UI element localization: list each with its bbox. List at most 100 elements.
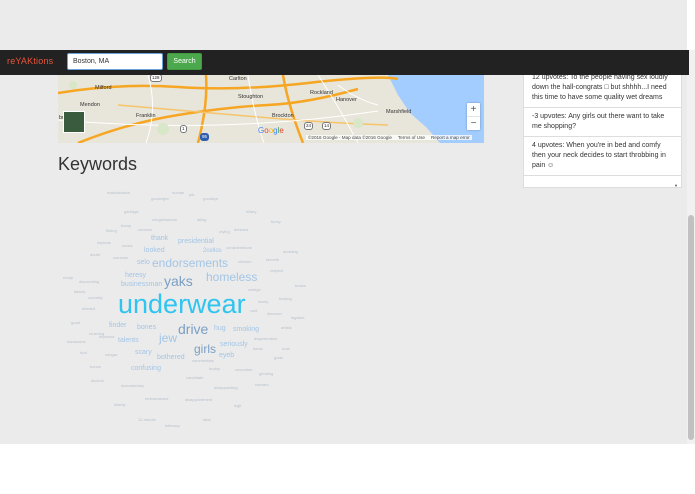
keyword-finder: finder xyxy=(109,322,127,329)
keyword-documentary: documentary xyxy=(121,383,145,388)
keyword-hillary: hillary xyxy=(246,209,257,214)
keyword-jew: jew xyxy=(159,331,178,345)
scrollbar-thumb[interactable] xyxy=(688,215,694,440)
keyword-dressed: dressed xyxy=(234,227,249,232)
map-attribution: ©2016 Google - Map data ©2016 Google Term… xyxy=(306,135,472,140)
keyword-confusing: confusing xyxy=(131,365,161,372)
location-search-input[interactable] xyxy=(67,53,163,70)
keyword-curiosity: curiosity xyxy=(88,295,103,300)
keyword-alcohol: alcohol xyxy=(91,378,104,383)
keyword-discover: discover xyxy=(267,311,282,316)
terms-of-use-link[interactable]: Terms of Use xyxy=(398,135,425,140)
keyword-looked: looked xyxy=(144,247,165,254)
map-label-carlton: Carlton xyxy=(229,76,247,82)
keywords-heading: Keywords xyxy=(58,154,138,174)
keyword-eyeb: eyeb xyxy=(219,352,235,359)
keyword-deleted: deleted xyxy=(82,306,96,311)
page-scrollbar[interactable] xyxy=(687,50,695,444)
keyword-doubt: doubt xyxy=(90,252,101,257)
keyword-embarrassed: embarrassed xyxy=(145,396,169,401)
keyword-respect: respect xyxy=(270,268,284,273)
map-label-milford: Milford xyxy=(95,85,112,91)
map-label-mendon: Mendon xyxy=(80,102,100,108)
map-view[interactable]: Milford Mendon Franklin Carlton Stoughto… xyxy=(58,75,484,143)
keyword-endorsements: endorsements xyxy=(152,256,229,270)
keyword-goodbye: goodbye xyxy=(203,196,219,201)
keyword-buddy: buddy xyxy=(209,366,220,371)
keyword-cooks: cooks xyxy=(122,243,133,248)
feed-post: 12 upvotes: To the people having sex lou… xyxy=(524,75,681,108)
keyword-businessman: businessman xyxy=(121,281,163,288)
keyword-cougar: cougar xyxy=(105,352,118,357)
keyword-funny: funny xyxy=(271,219,281,224)
keyword-candidate: candidate xyxy=(186,375,204,380)
route-shield: 24 xyxy=(304,122,314,130)
keyword-homeless: homeless xyxy=(206,270,258,284)
keyword-harvard: harvard xyxy=(255,382,269,387)
keyword-commentary: commentary xyxy=(192,358,215,363)
keyword-avoiding: avoiding xyxy=(283,249,298,254)
report-map-error-link[interactable]: Report a map error xyxy=(431,135,470,140)
brand-logo[interactable]: reYAKtions xyxy=(7,56,53,66)
satellite-toggle-thumbnail[interactable] xyxy=(63,111,85,133)
keyword-12-minute: 12-minute xyxy=(138,417,156,422)
keyword-concern: concern xyxy=(138,227,153,232)
keyword-ready: ready xyxy=(63,275,74,280)
keyword-underwear: underwear xyxy=(118,289,246,319)
keyword-bump: bump xyxy=(121,223,132,228)
keyword-fucking: fucking xyxy=(279,296,292,301)
map-label-franklin: Franklin xyxy=(136,113,156,119)
map-label-rockland: Rockland xyxy=(310,90,333,96)
route-shield: 1 xyxy=(180,125,187,133)
route-shield: 14 xyxy=(322,122,332,130)
map-label-brockton: Brockton xyxy=(272,113,294,119)
map-label-hanover: Hanover xyxy=(336,97,357,103)
keyword-falsely: falsely xyxy=(74,289,86,294)
keyword-college: college xyxy=(248,287,261,292)
keyword-hug: hug xyxy=(214,325,226,332)
keyword-legalize: legalize xyxy=(291,315,305,320)
panel-scroll-down-arrow[interactable]: ▼ xyxy=(674,183,678,188)
keyword-human: human xyxy=(172,190,185,195)
keyword-favorite: favorite xyxy=(266,257,280,262)
keyword-congressional: congressional xyxy=(152,217,177,222)
keyword-hula: hula xyxy=(282,346,290,351)
keyword-good: good xyxy=(71,320,80,325)
keyword-smoking: smoking xyxy=(233,326,260,333)
keyword-girls: girls xyxy=(194,342,217,356)
keyword-cold: cold xyxy=(250,308,258,313)
keyword-gods: gods xyxy=(274,355,283,360)
keyword-dams: dams xyxy=(253,346,263,351)
keyword-books: books xyxy=(295,283,306,288)
yak-feed-panel: 12 upvotes: To the people having sex lou… xyxy=(523,75,682,188)
map-copyright: ©2016 Google - Map data ©2016 Google xyxy=(308,135,392,140)
zoom-in-button[interactable]: + xyxy=(467,103,480,117)
keyword-drive: drive xyxy=(178,321,209,337)
keyword-fatal: fatal xyxy=(203,417,211,422)
search-button[interactable]: Search xyxy=(167,53,202,70)
keyword-seriously: seriously xyxy=(220,341,248,348)
keyword-legit: legit xyxy=(234,403,242,408)
keyword-handsome: handsome xyxy=(67,339,86,344)
zoom-out-button[interactable]: − xyxy=(467,117,480,130)
keyword-ailing: ailing xyxy=(197,217,207,222)
map-label-stoughton: Stoughton xyxy=(238,94,264,100)
keyword-degeneration: degeneration xyxy=(254,336,278,341)
keyword-yaks: yaks xyxy=(164,273,193,289)
keyword-discounting: discounting xyxy=(79,279,100,284)
keyword-hurt: hurt xyxy=(80,350,87,355)
keyword-bonus: bonus xyxy=(90,364,101,369)
zoom-controls: + − xyxy=(467,103,480,130)
route-shield: 128 xyxy=(150,75,162,82)
keyword-garbage: garbage xyxy=(124,209,139,214)
keyword-hilarity: hilarity xyxy=(114,402,126,407)
keyword-implode: implode xyxy=(97,240,112,245)
keyword-bothered: bothered xyxy=(157,354,185,361)
keyword-artists: artists xyxy=(281,325,292,330)
keyword-scary: scary xyxy=(135,349,152,356)
keyword-disappointment: disappointment xyxy=(185,397,213,402)
interstate-shield: 95 xyxy=(200,133,210,141)
feed-post: -3 upvotes: Any girls out there want to … xyxy=(524,108,681,137)
keyword-presidential: presidential xyxy=(178,238,214,245)
keyword-flirting: flirting xyxy=(106,228,117,233)
